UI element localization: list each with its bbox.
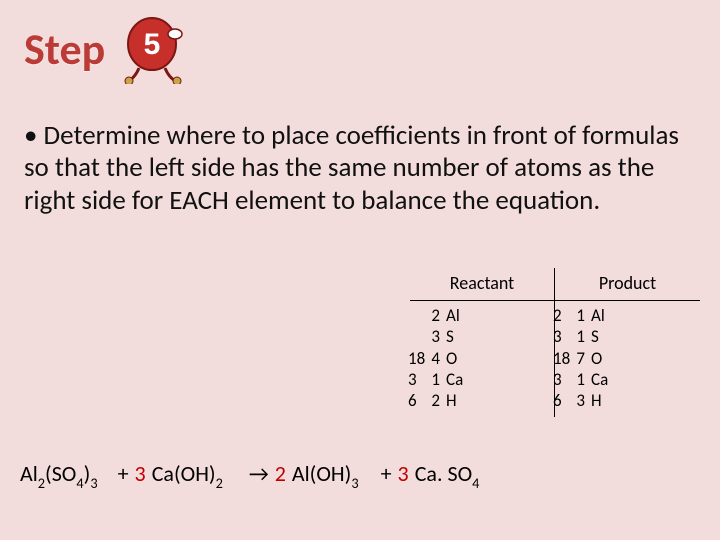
- table-row: 3S: [418, 326, 546, 347]
- coefficient: 3: [135, 460, 146, 487]
- table-row: 36H: [563, 390, 692, 411]
- reactant-1: Al2(SO4)3: [20, 460, 98, 490]
- table-row: 26H: [418, 390, 546, 411]
- table-row: 12Al: [563, 305, 692, 326]
- reaction-arrow: →: [249, 460, 269, 487]
- slide-title: Step: [24, 22, 105, 76]
- table-header-product: Product: [555, 268, 700, 301]
- svg-text:5: 5: [144, 28, 161, 61]
- reactant-2: Ca(OH)2: [152, 460, 223, 490]
- coefficient: 2: [275, 460, 286, 487]
- table-row: 13Ca: [418, 369, 546, 390]
- table-header-reactant: Reactant: [410, 268, 555, 301]
- product-1: Al(OH)3: [292, 460, 359, 490]
- table-row: 13S: [563, 326, 692, 347]
- chemical-equation: Al2(SO4)3 + 3 Ca(OH)2 → 2 Al(OH)3 + 3 Ca…: [20, 460, 479, 490]
- product-counts: 12Al 13S 718O 13Ca 36H: [555, 301, 700, 417]
- table-row: 2Al: [418, 305, 546, 326]
- slide-body-text: • Determine where to place coefficients …: [24, 120, 696, 217]
- plus-sign: +: [118, 460, 129, 487]
- table-row: 718O: [563, 348, 692, 369]
- plus-sign: +: [381, 460, 392, 487]
- table-row: 418O: [418, 348, 546, 369]
- number-five-character-icon: 5: [119, 14, 189, 84]
- table-row: 13Ca: [563, 369, 692, 390]
- product-2: Ca. SO4: [415, 460, 480, 490]
- atom-count-table: Reactant Product 2Al 3S 418O 13Ca 26H 12…: [410, 268, 700, 417]
- coefficient: 3: [398, 460, 409, 487]
- reactant-counts: 2Al 3S 418O 13Ca 26H: [410, 301, 555, 417]
- slide-title-row: Step 5: [24, 14, 189, 84]
